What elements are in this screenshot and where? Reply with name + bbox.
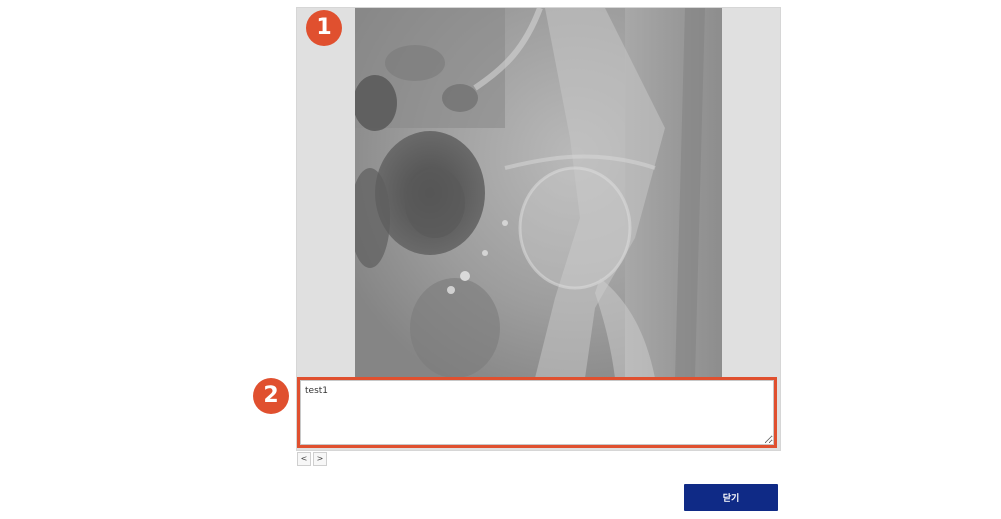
- memo-textarea[interactable]: [300, 380, 774, 445]
- callout-badge-2: 2: [253, 378, 289, 414]
- next-image-button[interactable]: >: [313, 452, 327, 466]
- xray-image: [355, 8, 722, 378]
- close-button[interactable]: 닫기: [684, 484, 778, 511]
- prev-image-button[interactable]: <: [297, 452, 311, 466]
- memo-field-highlight: [297, 377, 777, 448]
- callout-badge-1: 1: [306, 10, 342, 46]
